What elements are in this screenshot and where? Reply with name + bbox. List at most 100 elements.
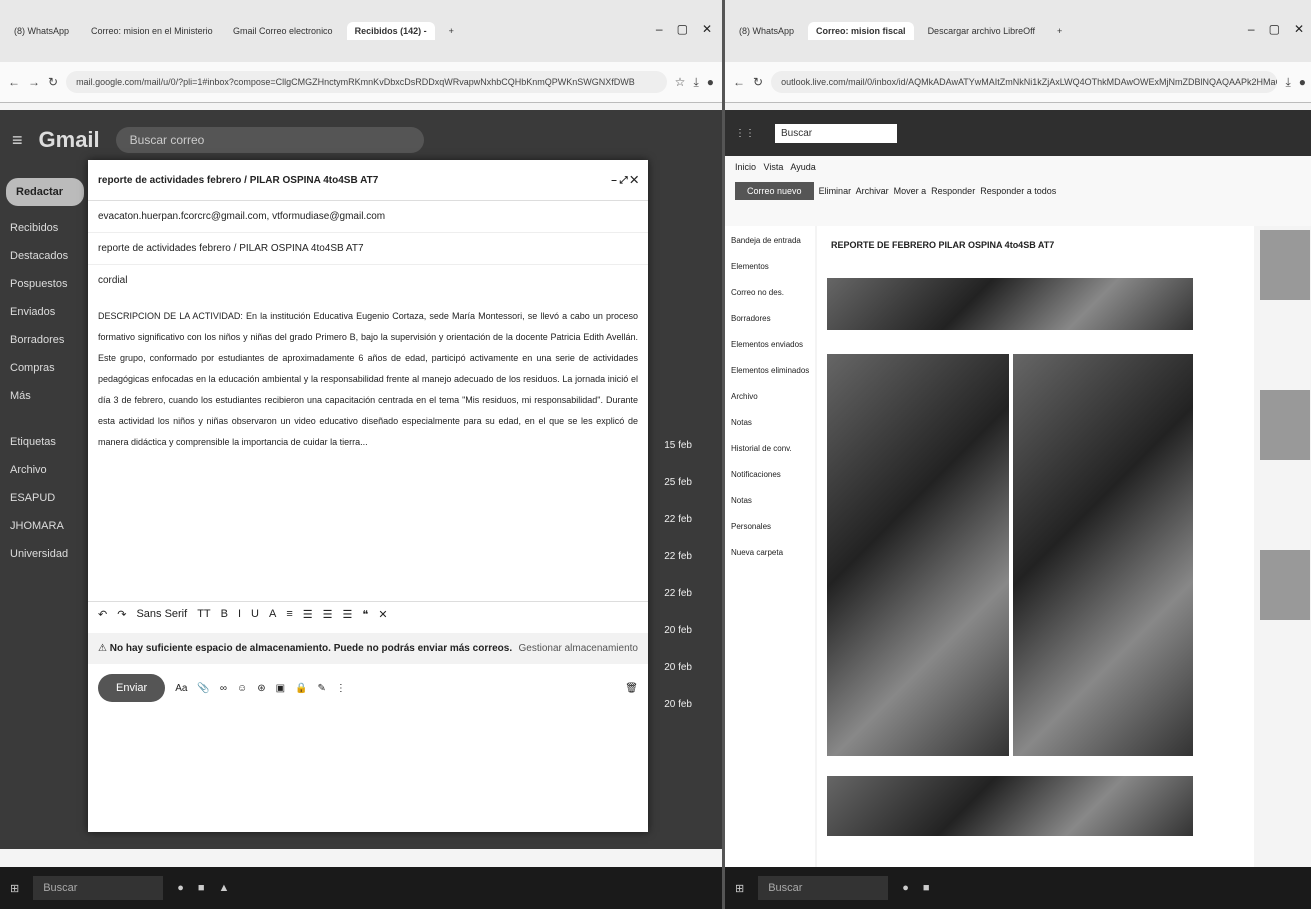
sidebar-item-destacados[interactable]: Destacados <box>0 242 90 270</box>
outlook-search-input[interactable]: Buscar <box>775 123 897 143</box>
label-item[interactable]: JHOMARA <box>0 512 90 540</box>
trash-icon[interactable]: 🗑 <box>625 683 638 694</box>
reply-all-button[interactable]: Responder a todos <box>980 186 1056 196</box>
message-body[interactable]: DESCRIPCION DE LA ACTIVIDAD: En la insti… <box>88 296 648 601</box>
tab-whatsapp[interactable]: (8) WhatsApp <box>731 22 802 40</box>
download-icon[interactable]: ⤓ <box>1285 75 1290 90</box>
maximize-icon[interactable]: ▢ <box>677 22 688 36</box>
delete-button[interactable]: Eliminar <box>819 186 852 196</box>
subject-field[interactable]: reporte de actividades febrero / PILAR O… <box>88 233 648 265</box>
taskbar-app-icon[interactable]: ● <box>902 882 909 894</box>
reload-icon[interactable]: ↻ <box>753 75 763 89</box>
send-button[interactable]: Enviar <box>98 674 166 702</box>
url-field[interactable]: outlook.live.com/mail/0/inbox/id/AQMkADA… <box>771 71 1278 93</box>
folder-item[interactable]: Nueva carpeta <box>731 548 809 574</box>
ad-card[interactable] <box>1256 546 1311 706</box>
label-item[interactable]: Universidad <box>0 540 90 568</box>
taskbar-app-icon[interactable]: ■ <box>198 882 205 894</box>
archive-button[interactable]: Archivar <box>856 186 889 196</box>
tab-whatsapp[interactable]: (8) WhatsApp <box>6 22 77 40</box>
sidebar-item-pospuestos[interactable]: Pospuestos <box>0 270 90 298</box>
ad-card[interactable] <box>1256 226 1311 386</box>
lock-icon[interactable]: 🔒 <box>295 683 307 694</box>
tab-correo[interactable]: Correo: mision en el Ministerio <box>83 22 219 40</box>
photo-icon[interactable]: ▣ <box>276 683 285 694</box>
download-icon[interactable]: ⤓ <box>693 75 698 90</box>
compose-button[interactable]: Redactar <box>6 178 84 206</box>
attachment-photo[interactable] <box>827 776 1193 836</box>
close-icon[interactable]: ✕ <box>1294 22 1304 36</box>
move-button[interactable]: Mover a <box>894 186 927 196</box>
maximize-icon[interactable]: ▢ <box>1269 22 1280 36</box>
folder-item[interactable]: Notificaciones <box>731 470 809 496</box>
to-field[interactable]: evacaton.huerpan.fcorcrc@gmail.com, vtfo… <box>88 201 648 233</box>
label-item[interactable]: Archivo <box>0 456 90 484</box>
gmail-search-input[interactable]: Buscar correo <box>115 127 424 153</box>
bullet-list-icon[interactable]: ☰ <box>323 608 333 621</box>
sidebar-item-mas[interactable]: Más <box>0 382 90 410</box>
attachment-photo[interactable] <box>827 354 1009 756</box>
minimize-icon[interactable]: – <box>1248 22 1255 36</box>
folder-item[interactable]: Personales <box>731 522 809 548</box>
undo-icon[interactable]: ↶ <box>98 608 107 621</box>
signature-icon[interactable]: ✎ <box>318 683 326 694</box>
menu-inicio[interactable]: Inicio <box>735 162 756 172</box>
taskbar-app-icon[interactable]: ■ <box>923 882 930 894</box>
sidebar-item-borradores[interactable]: Borradores <box>0 326 90 354</box>
new-mail-button[interactable]: Correo nuevo <box>735 182 814 200</box>
folder-item[interactable]: Elementos eliminados <box>731 366 809 392</box>
underline-icon[interactable]: U <box>251 608 259 621</box>
drive-icon[interactable]: ⊛ <box>257 683 265 694</box>
menu-vista[interactable]: Vista <box>764 162 784 172</box>
emoji-icon[interactable]: ☺ <box>237 683 247 694</box>
url-field[interactable]: mail.google.com/mail/u/0/?pli=1#inbox?co… <box>66 71 667 93</box>
numbered-list-icon[interactable]: ☰ <box>303 608 313 621</box>
italic-icon[interactable]: I <box>238 608 241 621</box>
folder-item[interactable]: Notas <box>731 496 809 522</box>
sidebar-item-compras[interactable]: Compras <box>0 354 90 382</box>
new-tab-button[interactable]: + <box>1049 22 1070 40</box>
more-options-icon[interactable]: ⋮ <box>336 683 346 694</box>
font-size-icon[interactable]: TT <box>197 608 210 621</box>
apps-icon[interactable]: ⋮⋮ <box>735 128 755 139</box>
folder-item[interactable]: Elementos <box>731 262 809 288</box>
minimize-icon[interactable]: – <box>656 22 663 36</box>
tab-download[interactable]: Descargar archivo LibreOff <box>920 22 1043 40</box>
bold-icon[interactable]: B <box>221 608 228 621</box>
taskbar-app-icon[interactable]: ▲ <box>219 882 230 894</box>
attachment-photo[interactable] <box>827 278 1193 330</box>
taskbar-search[interactable]: Buscar <box>758 876 889 900</box>
folder-item[interactable]: Historial de conv. <box>731 444 809 470</box>
profile-icon[interactable]: ● <box>1299 75 1306 89</box>
align-icon[interactable]: ≡ <box>286 608 292 621</box>
sidebar-item-recibidos[interactable]: Recibidos <box>0 214 90 242</box>
tab-outlook[interactable]: Correo: mision fiscal <box>808 22 914 40</box>
windows-start-icon[interactable]: ⊞ <box>735 882 744 895</box>
quote-icon[interactable]: ❝ <box>362 608 368 621</box>
greeting-text[interactable]: cordial <box>88 265 648 296</box>
taskbar-search[interactable]: Buscar <box>33 876 164 900</box>
attach-icon[interactable]: 📎 <box>197 683 209 694</box>
menu-icon[interactable]: ≡ <box>12 130 23 151</box>
folder-item[interactable]: Bandeja de entrada <box>731 236 809 262</box>
menu-ayuda[interactable]: Ayuda <box>790 162 815 172</box>
new-tab-button[interactable]: + <box>441 22 462 40</box>
folder-item[interactable]: Notas <box>731 418 809 444</box>
format-options-icon[interactable]: Aa <box>175 683 187 694</box>
indent-icon[interactable]: ☰ <box>343 608 353 621</box>
font-select[interactable]: Sans Serif <box>136 608 187 621</box>
forward-icon[interactable]: → <box>28 75 40 89</box>
folder-item[interactable]: Correo no des. <box>731 288 809 314</box>
close-icon[interactable]: ✕ <box>702 22 712 36</box>
clear-format-icon[interactable]: ✕ <box>378 608 387 621</box>
redo-icon[interactable]: ↷ <box>117 608 126 621</box>
tab-gmail[interactable]: Gmail Correo electronico <box>225 22 341 40</box>
label-item[interactable]: ESAPUD <box>0 484 90 512</box>
profile-icon[interactable]: ● <box>707 75 714 89</box>
text-color-icon[interactable]: A <box>269 608 276 621</box>
tab-recibidos[interactable]: Recibidos (142) - <box>346 22 435 40</box>
back-icon[interactable]: ← <box>733 75 745 89</box>
reply-button[interactable]: Responder <box>931 186 975 196</box>
folder-item[interactable]: Archivo <box>731 392 809 418</box>
link-icon[interactable]: ∞ <box>220 683 227 694</box>
